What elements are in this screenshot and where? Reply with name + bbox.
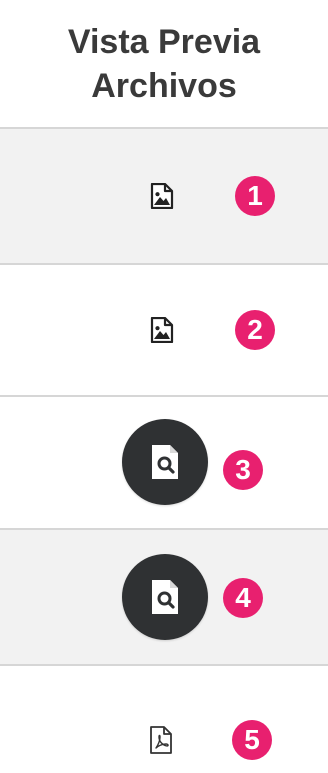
list-item: 2	[0, 265, 328, 395]
preview-file-button[interactable]	[122, 419, 208, 505]
column-header-line-2: Archivos	[91, 67, 237, 105]
number-badge: 1	[235, 176, 275, 216]
list-item: 5	[0, 666, 328, 773]
preview-file-button[interactable]	[122, 554, 208, 640]
pdf-file-icon[interactable]	[141, 720, 181, 760]
file-preview-panel: Vista Previa Archivos 1 2 3 4 5	[0, 0, 328, 773]
list-item: 3	[0, 397, 328, 528]
image-file-icon[interactable]	[142, 176, 182, 216]
number-badge: 3	[223, 450, 263, 490]
file-search-icon	[148, 443, 182, 481]
number-badge: 4	[223, 578, 263, 618]
file-search-icon	[148, 578, 182, 616]
number-badge: 5	[232, 720, 272, 760]
column-header: Vista Previa Archivos	[0, 0, 328, 128]
column-header-line-1: Vista Previa	[67, 23, 261, 61]
list-item: 1	[0, 129, 328, 263]
list-item: 4	[0, 530, 328, 664]
number-badge: 2	[235, 310, 275, 350]
image-file-icon[interactable]	[142, 310, 182, 350]
